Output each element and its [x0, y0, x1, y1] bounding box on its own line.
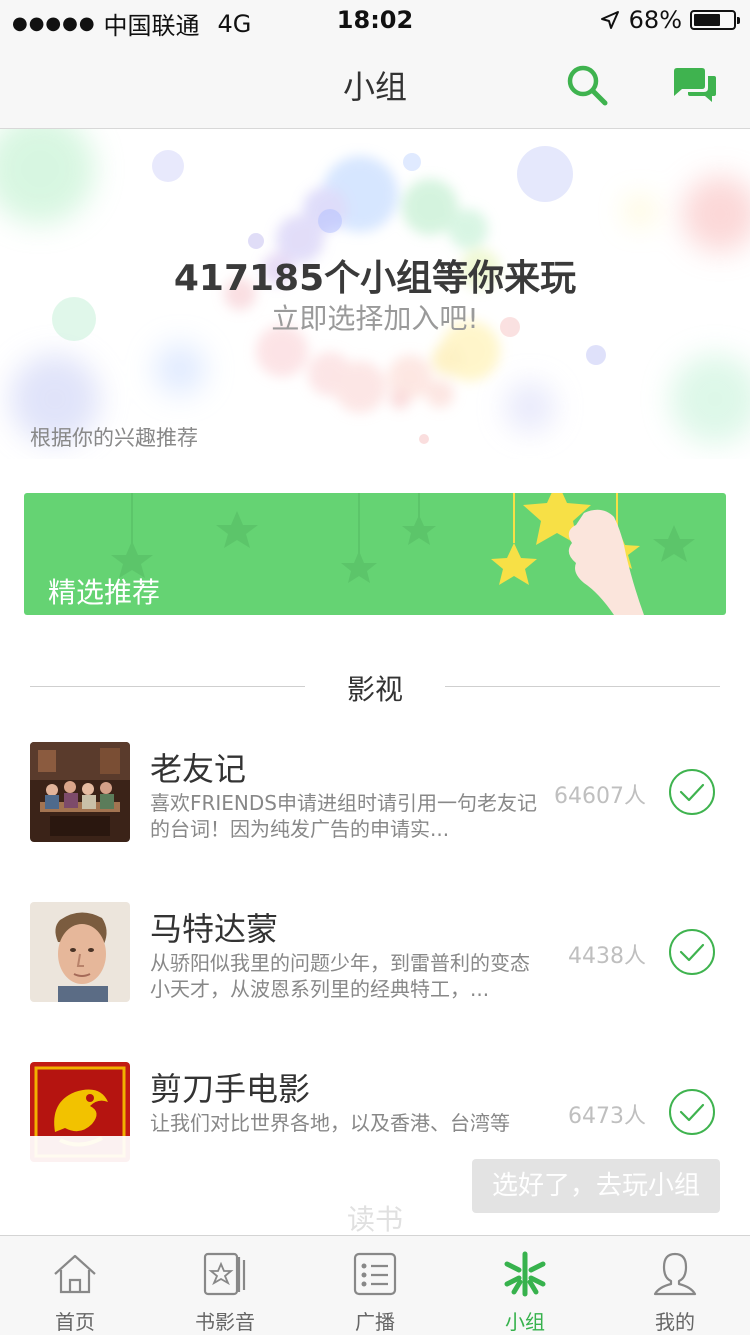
- chat-bubbles-icon[interactable]: [670, 64, 718, 104]
- page-title: 小组: [342, 68, 407, 106]
- media-icon: [203, 1252, 246, 1296]
- tab-groups[interactable]: 小组: [450, 1236, 600, 1335]
- groups-icon: [504, 1251, 546, 1297]
- hero-title: 417185个小组等你来玩: [173, 258, 577, 299]
- tab-label: 小组: [505, 1310, 545, 1334]
- hero-subtitle: 立即选择加入吧!: [271, 302, 479, 335]
- group-name: 马特达蒙: [150, 910, 279, 948]
- hero-banner: 417185个小组等你来玩 立即选择加入吧! 根据你的兴趣推荐: [0, 129, 750, 459]
- nav-bar: 小组: [0, 40, 750, 129]
- group-row[interactable]: 老友记 喜欢FRIENDS申请进组时请引用一句老友记的台词！因为纯发广告的申请实…: [0, 742, 750, 872]
- tab-broadcast[interactable]: 广播: [300, 1236, 450, 1335]
- battery-icon: [690, 10, 740, 30]
- group-name: 剪刀手电影: [150, 1070, 311, 1108]
- search-icon[interactable]: [564, 62, 610, 108]
- tab-label: 书影音: [195, 1310, 255, 1334]
- battery-fill: [694, 14, 720, 26]
- banner-label: 精选推荐: [48, 576, 161, 609]
- tab-media[interactable]: 书影音: [150, 1236, 300, 1335]
- tab-label: 首页: [55, 1310, 95, 1334]
- broadcast-icon: [353, 1252, 397, 1296]
- tab-profile[interactable]: 我的: [600, 1236, 750, 1335]
- member-count: 6473人: [568, 1104, 646, 1129]
- group-description: 让我们对比世界各地，以及香港、台湾等: [150, 1111, 510, 1135]
- tab-bar: 首页 书影音 广播 小组 我的: [0, 1235, 750, 1335]
- tab-label: 我的: [655, 1310, 695, 1334]
- section-title: 影视: [346, 673, 403, 706]
- confirm-join-button[interactable]: 选好了，去玩小组: [472, 1159, 720, 1213]
- status-bar: ●●●●● 中国联通 4G 18:02 68%: [0, 0, 750, 40]
- tab-home[interactable]: 首页: [0, 1236, 150, 1335]
- location-arrow-icon: [600, 11, 619, 29]
- tab-label: 广播: [355, 1310, 395, 1334]
- group-name: 老友记: [150, 750, 247, 788]
- group-row[interactable]: 马特达蒙 从骄阳似我里的问题少年，到雷普利的变态小天才，从波恩系列里的经典特工，…: [0, 902, 750, 1032]
- member-count: 64607人: [554, 784, 646, 809]
- profile-icon: [653, 1252, 697, 1296]
- group-description: 喜欢FRIENDS申请进组时请引用一句老友记的台词！因为纯发广告的申请实...: [150, 791, 537, 841]
- join-check-icon[interactable]: [668, 768, 716, 816]
- home-icon: [54, 1254, 96, 1294]
- member-count: 4438人: [568, 944, 646, 969]
- status-right: 68%: [599, 6, 740, 34]
- group-thumbnail: [30, 902, 130, 1002]
- group-description: 从骄阳似我里的问题少年，到雷普利的变态小天才，从波恩系列里的经典特工，...: [150, 951, 530, 1001]
- battery-percent: 68%: [628, 6, 682, 34]
- recommend-hint: 根据你的兴趣推荐: [30, 426, 198, 450]
- featured-banner[interactable]: 精选推荐: [24, 493, 726, 615]
- group-thumbnail: [30, 742, 130, 842]
- join-check-icon[interactable]: [668, 928, 716, 976]
- join-check-icon[interactable]: [668, 1088, 716, 1136]
